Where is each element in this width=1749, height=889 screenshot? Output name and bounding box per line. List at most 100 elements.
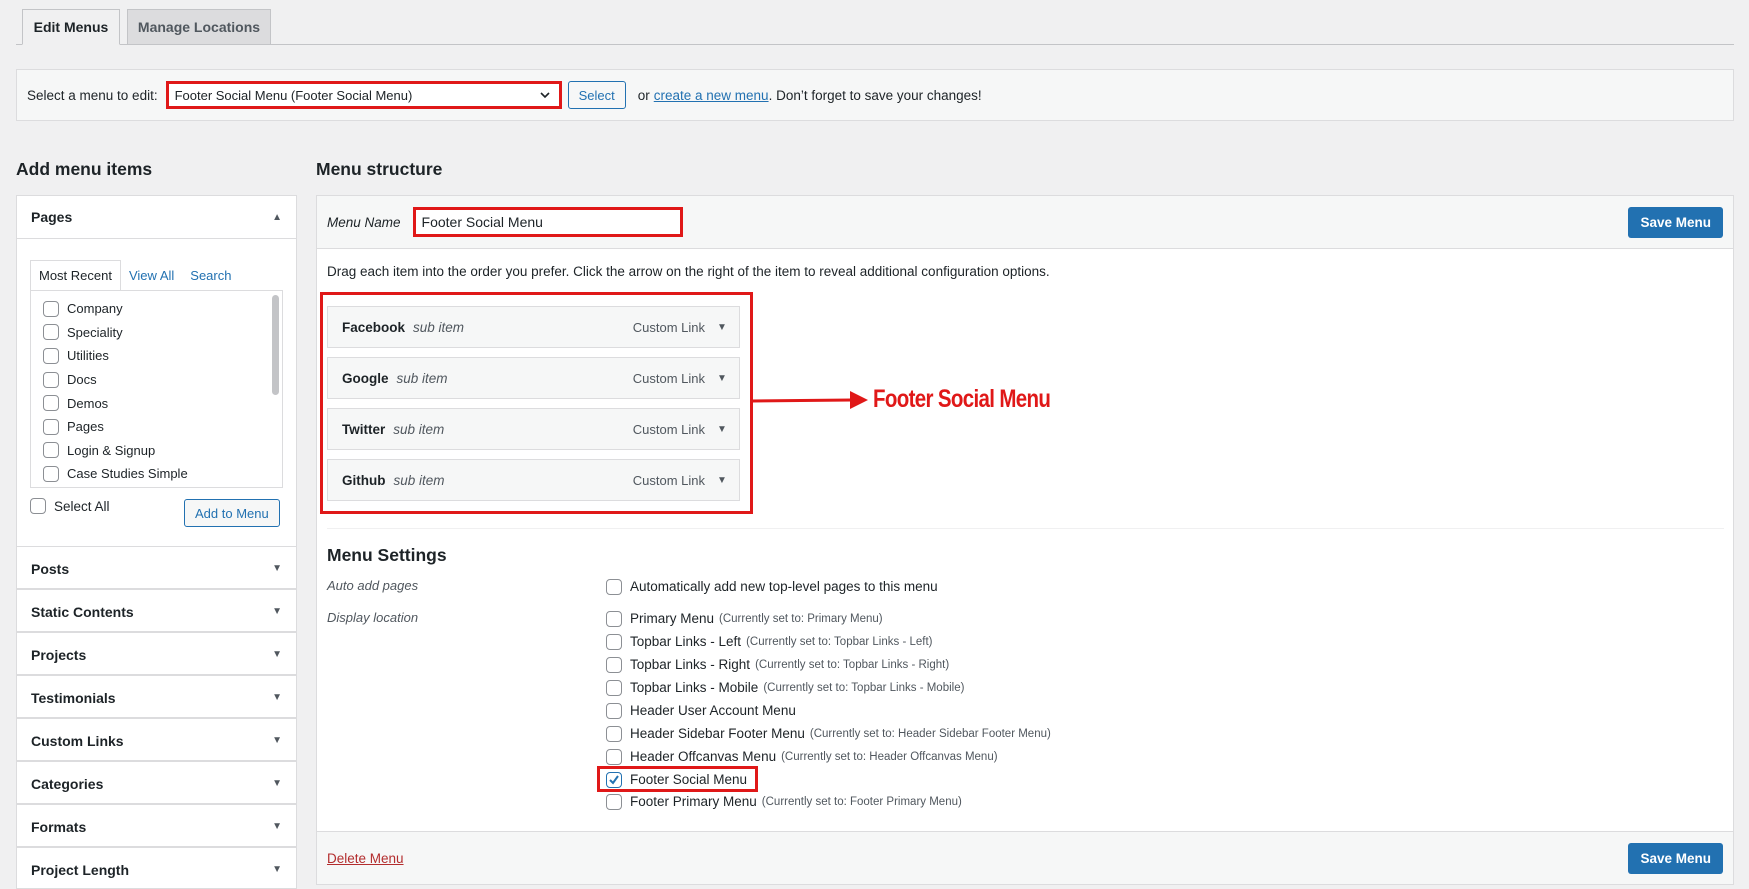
arrow-down-icon[interactable]: ▼ [705, 322, 739, 333]
checkbox[interactable] [606, 633, 622, 650]
menu-name-label: Menu Name [327, 214, 401, 230]
location-note: (Currently set to: Primary Menu) [719, 612, 883, 625]
arrow-down-icon: ▼ [272, 649, 282, 660]
page-label: Pages [67, 419, 104, 435]
location-primary-menu[interactable]: Primary Menu (Currently set to: Primary M… [606, 607, 883, 630]
list-item[interactable]: Demos [31, 391, 282, 415]
auto-add-row[interactable]: Automatically add new top-level pages to… [606, 575, 938, 598]
add-menu-items-heading: Add menu items [16, 159, 153, 179]
accordion-posts[interactable]: Posts ▼ [16, 546, 297, 589]
item-type: Custom Link [632, 472, 705, 488]
accordion-custom-links[interactable]: Custom Links ▼ [16, 718, 297, 761]
checkbox[interactable] [606, 793, 622, 810]
checkbox[interactable] [606, 679, 622, 696]
menu-item-google[interactable]: Google sub item Custom Link ▼ [327, 357, 740, 399]
tab-search[interactable]: Search [182, 260, 239, 290]
section-title: Formats [31, 818, 87, 835]
page-label: Demos [67, 395, 109, 411]
list-item[interactable]: Company [31, 297, 282, 321]
checkbox[interactable] [43, 465, 59, 482]
menu-structure-heading: Menu structure [316, 159, 443, 179]
location-footer-primary[interactable]: Footer Primary Menu (Currently set to: Fo… [606, 790, 962, 813]
arrow-down-icon[interactable]: ▼ [705, 424, 739, 435]
select-all-checkbox[interactable] [30, 498, 46, 514]
list-item[interactable]: Utilities [31, 344, 282, 368]
save-menu-button-top[interactable]: Save Menu [1628, 206, 1723, 238]
checkbox[interactable] [43, 300, 59, 317]
location-topbar-left[interactable]: Topbar Links - Left (Currently set to: To… [606, 630, 932, 653]
location-note: (Currently set to: Footer Primary Menu) [761, 795, 962, 808]
menu-item-github[interactable]: Github sub item Custom Link ▼ [327, 459, 740, 501]
page-label: Case Studies Simple [67, 466, 188, 482]
list-item[interactable]: Docs [31, 368, 282, 392]
accordion-categories[interactable]: Categories ▼ [16, 761, 297, 804]
list-item[interactable]: Login & Signup [31, 439, 282, 463]
select-button[interactable]: Select [567, 81, 626, 109]
checkbox[interactable] [606, 725, 622, 742]
accordion-formats[interactable]: Formats ▼ [16, 804, 297, 847]
create-new-menu-link[interactable]: create a new menu [654, 88, 769, 103]
arrow-down-icon[interactable]: ▼ [705, 475, 739, 486]
location-header-user-account[interactable]: Header User Account Menu [606, 699, 801, 722]
location-note: (Currently set to: Header Offcanvas Menu… [781, 750, 998, 763]
menu-name-value: Footer Social Menu [421, 214, 543, 230]
menu-name-bar: Menu Name Footer Social Menu Save Menu [316, 195, 1734, 249]
location-note: (Currently set to: Header Sidebar Footer… [809, 727, 1051, 740]
menu-item-twitter[interactable]: Twitter sub item Custom Link ▼ [327, 408, 740, 450]
tab-edit-menus[interactable]: Edit Menus [22, 9, 120, 45]
checkbox[interactable] [43, 395, 59, 412]
arrow-down-icon: ▼ [272, 821, 282, 832]
checkbox[interactable] [606, 610, 622, 627]
page-label: Speciality [67, 324, 123, 340]
location-footer-social[interactable]: Footer Social Menu [606, 768, 752, 791]
auto-add-checkbox[interactable] [606, 578, 622, 595]
list-item[interactable]: Case Studies Simple [31, 462, 282, 486]
list-item[interactable]: Speciality [31, 321, 282, 345]
item-sub: sub item [413, 319, 465, 335]
save-reminder-text: . Don’t forget to save your changes! [768, 87, 982, 103]
save-menu-button-bottom[interactable]: Save Menu [1628, 842, 1723, 874]
arrow-down-icon[interactable]: ▼ [705, 373, 739, 384]
accordion-static-contents[interactable]: Static Contents ▼ [16, 589, 297, 632]
section-title: Custom Links [31, 732, 124, 749]
location-header-sidebar-footer[interactable]: Header Sidebar Footer Menu (Currently set… [606, 722, 1051, 745]
location-name: Header Sidebar Footer Menu [630, 726, 805, 741]
checkbox[interactable] [43, 347, 59, 364]
scrollbar[interactable] [272, 295, 279, 395]
checkbox[interactable] [606, 702, 622, 719]
auto-add-label: Auto add pages [327, 578, 419, 593]
divider [327, 528, 1724, 529]
location-name: Header Offcanvas Menu [630, 749, 777, 764]
select-all-row[interactable]: Select All [30, 498, 110, 514]
checkbox[interactable] [43, 324, 59, 341]
accordion-testimonials[interactable]: Testimonials ▼ [16, 675, 297, 718]
location-topbar-right[interactable]: Topbar Links - Right (Currently set to: T… [606, 653, 949, 676]
list-item[interactable]: Pages [31, 415, 282, 439]
accordion-projects[interactable]: Projects ▼ [16, 632, 297, 675]
location-note: (Currently set to: Topbar Links - Left) [746, 635, 933, 648]
menu-select-dropdown[interactable]: Footer Social Menu (Footer Social Menu) [165, 81, 562, 109]
checkbox[interactable] [606, 656, 622, 673]
checkbox[interactable] [43, 442, 59, 459]
location-header-offcanvas[interactable]: Header Offcanvas Menu (Currently set to: … [606, 745, 998, 768]
tab-manage-locations[interactable]: Manage Locations [127, 9, 271, 45]
location-topbar-mobile[interactable]: Topbar Links - Mobile (Currently set to: … [606, 676, 964, 699]
checkbox[interactable] [43, 418, 59, 435]
location-name: Topbar Links - Right [630, 657, 751, 672]
tab-view-all[interactable]: View All [121, 260, 182, 290]
checkbox-checked[interactable] [606, 771, 622, 788]
or-text: or [637, 87, 650, 103]
delete-menu-link[interactable]: Delete Menu [327, 851, 404, 866]
location-name: Primary Menu [630, 611, 715, 626]
tab-most-recent[interactable]: Most Recent [30, 260, 121, 290]
checkmark-icon [609, 774, 619, 785]
arrow-down-icon: ▼ [272, 735, 282, 746]
checkbox[interactable] [43, 371, 59, 388]
menu-item-facebook[interactable]: Facebook sub item Custom Link ▼ [327, 306, 740, 348]
accordion-project-length[interactable]: Project Length ▼ [16, 847, 297, 889]
menu-name-input[interactable]: Footer Social Menu [412, 207, 683, 237]
checkbox[interactable] [606, 748, 622, 765]
menu-select-value: Footer Social Menu (Footer Social Menu) [174, 87, 413, 103]
add-to-menu-button[interactable]: Add to Menu [184, 499, 280, 527]
pages-header[interactable]: Pages ▲ [17, 196, 296, 239]
